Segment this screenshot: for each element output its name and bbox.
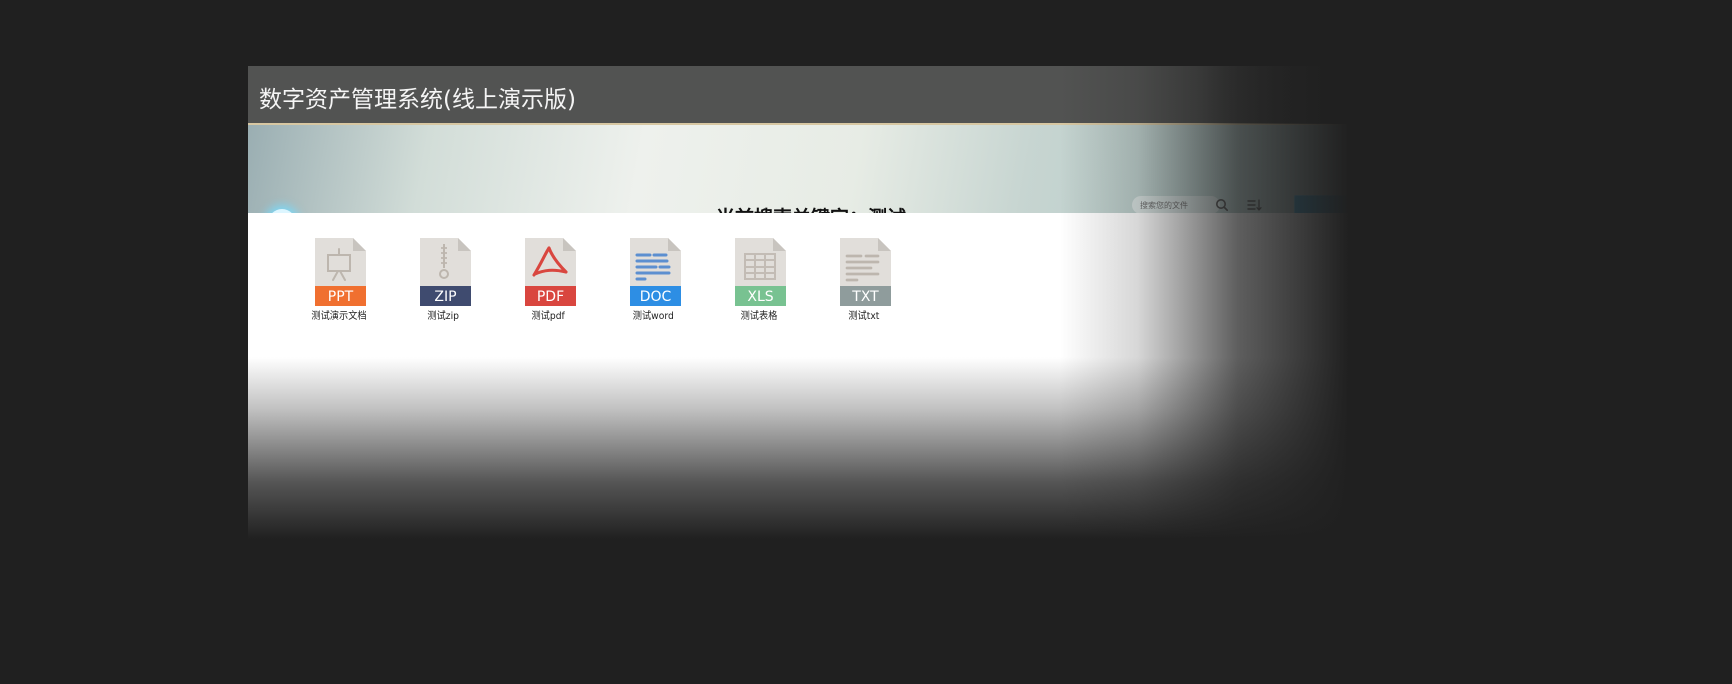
svg-text:XLS: XLS (747, 289, 773, 305)
sort-button[interactable] (1246, 197, 1262, 213)
pdf-file-icon: PDF (524, 238, 576, 306)
svg-text:PDF: PDF (536, 289, 563, 305)
doc-file-icon: DOC (629, 238, 681, 306)
file-name: 测试zip (427, 311, 460, 322)
svg-text:DOC: DOC (639, 289, 671, 305)
file-name: 测试txt (847, 311, 880, 322)
svg-text:PPT: PPT (327, 289, 353, 305)
app-title: 数字资产管理系统(线上演示版) (259, 87, 576, 113)
app-window: 数字资产管理系统(线上演示版) hi 当前搜索关键字：测试 (248, 66, 1360, 586)
xls-file-icon: XLS (734, 238, 786, 306)
file-grid: PPT 测试演示文档 ZIP 测试zip PDF 测试pdf DOC 测试wor… (286, 238, 916, 330)
file-name: 测试word (632, 311, 675, 322)
document-results: PPT 测试演示文档 ZIP 测试zip PDF 测试pdf DOC 测试wor… (248, 213, 1360, 586)
file-item-zip[interactable]: ZIP 测试zip (391, 238, 496, 330)
action-button[interactable] (1294, 195, 1360, 215)
file-item-pdf[interactable]: PDF 测试pdf (496, 238, 601, 330)
title-bar: 数字资产管理系统(线上演示版) hi (248, 66, 1360, 125)
file-item-txt[interactable]: TXT 测试txt (811, 238, 916, 330)
file-name: 测试演示文档 (310, 311, 367, 322)
zip-file-icon: ZIP (419, 238, 471, 306)
user-text: hi (1231, 86, 1242, 100)
file-item-xls[interactable]: XLS 测试表格 (706, 238, 811, 330)
file-item-ppt[interactable]: PPT 测试演示文档 (286, 238, 391, 330)
file-name: 测试表格 (740, 311, 777, 322)
txt-file-icon: TXT (839, 238, 891, 306)
search-icon (1216, 199, 1229, 212)
sort-list-icon (1247, 199, 1262, 211)
svg-text:ZIP: ZIP (434, 289, 456, 305)
file-item-doc[interactable]: DOC 测试word (601, 238, 706, 330)
file-name: 测试pdf (531, 311, 566, 322)
search-button[interactable] (1214, 197, 1230, 213)
ppt-file-icon: PPT (314, 238, 366, 306)
search-input[interactable] (1132, 196, 1220, 214)
svg-text:TXT: TXT (851, 289, 879, 305)
screen-background: 数字资产管理系统(线上演示版) hi 当前搜索关键字：测试 (0, 0, 1732, 684)
